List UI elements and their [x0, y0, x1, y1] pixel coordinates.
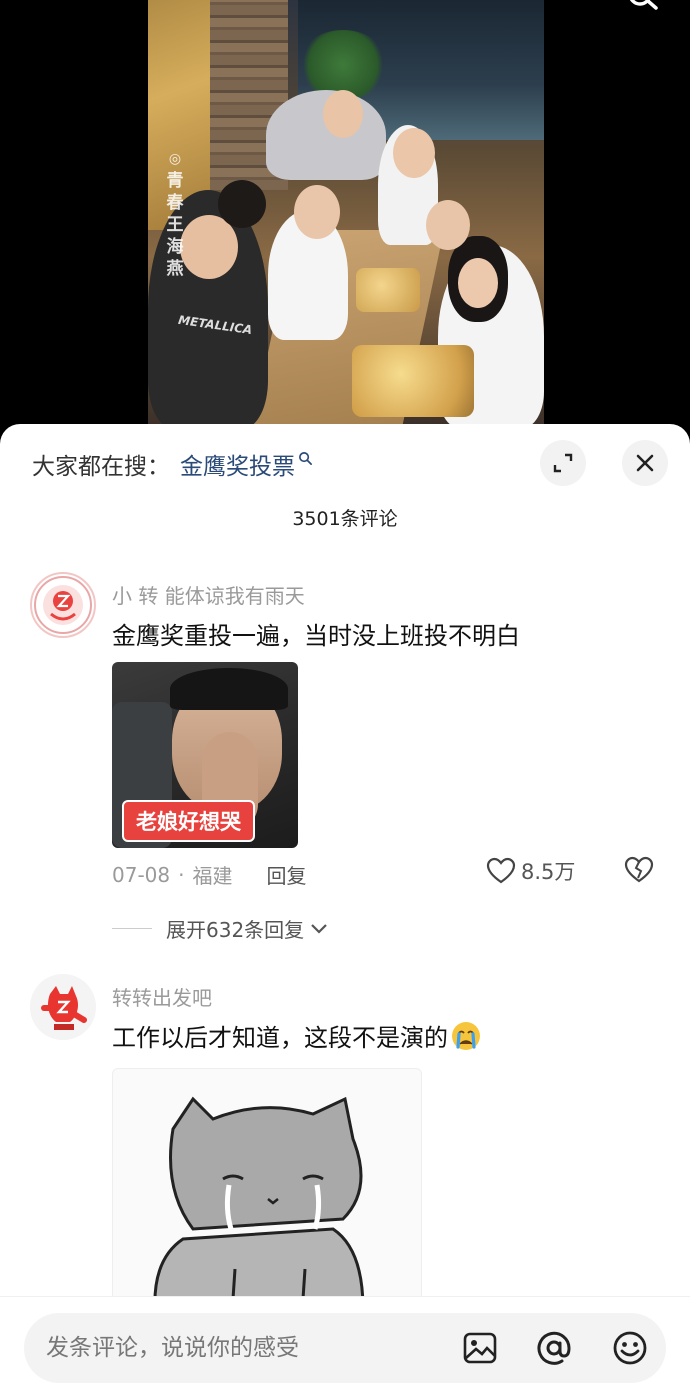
- video-face: [323, 90, 363, 138]
- search-icon[interactable]: [298, 451, 313, 466]
- comment-image[interactable]: 老娘好想哭: [112, 662, 298, 848]
- emoji-button[interactable]: [612, 1330, 648, 1366]
- image-icon: [463, 1332, 497, 1364]
- mention-button[interactable]: [536, 1330, 572, 1366]
- comment-username[interactable]: 小 转 能体谅我有雨天: [112, 580, 305, 609]
- expand-replies-button[interactable]: 展开632条回复: [112, 914, 328, 943]
- meta-separator: ·: [178, 862, 185, 887]
- divider-line: [112, 928, 152, 929]
- reply-button[interactable]: 回复: [266, 860, 306, 889]
- avatar[interactable]: [30, 974, 96, 1040]
- video-face: [426, 200, 470, 250]
- cap: [170, 668, 288, 710]
- comment-text-row: 工作以后才知道，这段不是演的: [112, 1018, 482, 1053]
- video-face: [294, 185, 340, 239]
- video-watermark: ◎ 青春王海燕: [164, 148, 186, 280]
- watermark-text: 青春王海燕: [166, 171, 184, 279]
- video-face: [458, 258, 498, 308]
- video-face: [218, 180, 266, 228]
- trending-search-row: 大家都在搜： 金鹰奖投票: [32, 446, 313, 482]
- video-face: [393, 128, 435, 178]
- at-icon: [537, 1331, 571, 1365]
- close-icon: [636, 454, 654, 472]
- crying-emoji-icon: [452, 1022, 480, 1050]
- expand-replies-label: 展开632条回复: [166, 918, 305, 942]
- trending-search-keyword[interactable]: 金鹰奖投票: [180, 447, 295, 481]
- comment-text: 工作以后才知道，这段不是演的: [112, 1024, 448, 1052]
- video-bread-basket: [356, 268, 420, 312]
- chevron-down-icon: [311, 923, 327, 934]
- image-button[interactable]: [462, 1330, 498, 1366]
- search-icon[interactable]: [622, 0, 666, 20]
- comment-text: 金鹰奖重投一遍，当时没上班投不明白: [112, 622, 520, 650]
- broken-heart-icon: [624, 856, 654, 883]
- avatar[interactable]: [30, 572, 96, 638]
- meme-caption: 老娘好想哭: [122, 800, 255, 842]
- comment-image[interactable]: [112, 1068, 422, 1308]
- close-button[interactable]: [622, 440, 668, 486]
- video-player[interactable]: METALLICA ◎ 青春王海燕: [0, 0, 690, 440]
- like-button[interactable]: 8.5万: [486, 856, 575, 886]
- comment-sheet: 大家都在搜： 金鹰奖投票 3501条评论 小 转 能体谅我有雨天 金鹰奖重投一遍…: [0, 424, 690, 1386]
- comment-input-bar: [0, 1296, 690, 1386]
- expand-icon: [553, 453, 573, 473]
- comment-input-container[interactable]: [24, 1313, 666, 1383]
- comment-input[interactable]: [46, 1313, 446, 1383]
- trending-search-label: 大家都在搜：: [32, 454, 170, 480]
- smiley-icon: [613, 1331, 647, 1365]
- like-count: 8.5万: [521, 860, 576, 884]
- watermark-logo-icon: ◎: [168, 151, 182, 167]
- expand-button[interactable]: [540, 440, 586, 486]
- video-bread-basket: [352, 345, 474, 417]
- dislike-button[interactable]: [624, 856, 654, 888]
- comment-count: 3501条评论: [292, 508, 398, 530]
- video-frame: METALLICA ◎ 青春王海燕: [148, 0, 544, 428]
- comment-meta: 07-08 · 福建 回复: [112, 860, 306, 889]
- heart-icon: [486, 857, 516, 884]
- comment-date: 07-08: [112, 862, 171, 887]
- comment-location: 福建: [192, 864, 233, 888]
- comment-username[interactable]: 转转出发吧: [112, 982, 212, 1011]
